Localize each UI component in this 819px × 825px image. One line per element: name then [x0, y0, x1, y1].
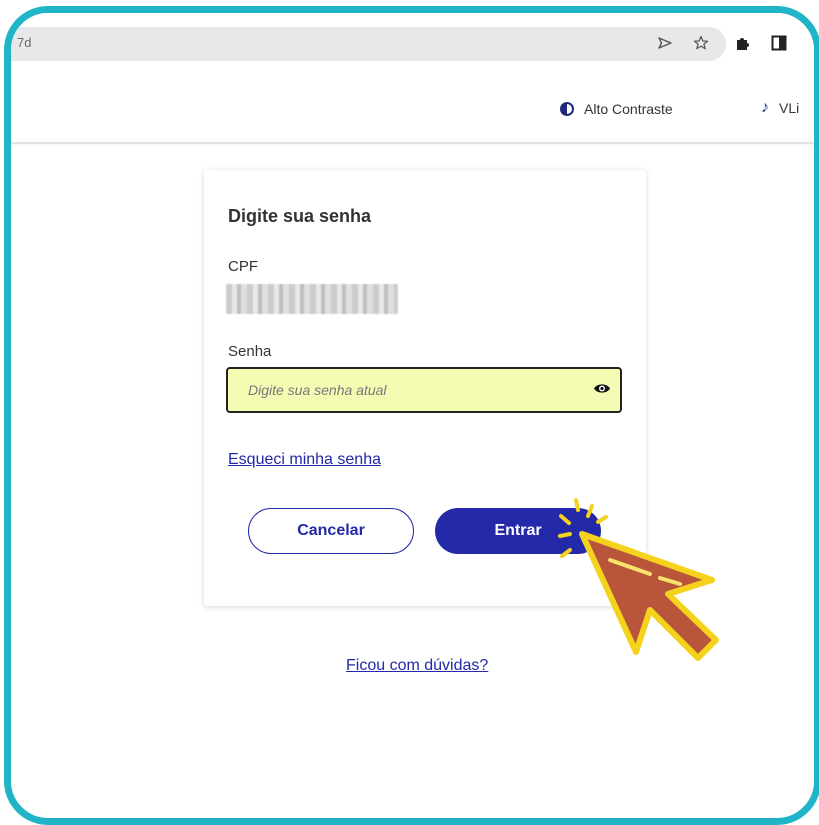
- cpf-value-redacted: [226, 284, 398, 314]
- eye-icon[interactable]: [593, 382, 611, 395]
- page-title: Digite sua senha: [228, 206, 372, 226]
- contrast-icon: [560, 102, 574, 116]
- site-header: Alto Contraste ♪ VLi: [11, 75, 814, 144]
- star-icon[interactable]: [693, 35, 709, 56]
- vlibras-label: VLi: [779, 100, 800, 116]
- vlibras-button[interactable]: ♪ VLi: [761, 99, 799, 117]
- cursor-pointer-illustration: [558, 498, 719, 661]
- cancel-button[interactable]: Cancelar: [248, 508, 414, 554]
- password-input[interactable]: [226, 367, 622, 413]
- forgot-password-link[interactable]: Esqueci minha senha: [228, 451, 381, 469]
- address-bar[interactable]: 7d: [11, 27, 726, 61]
- send-icon[interactable]: [657, 35, 673, 56]
- browser-toolbar: 7d: [11, 13, 814, 75]
- sign-language-icon: ♪: [761, 99, 769, 116]
- help-link[interactable]: Ficou com dúvidas?: [346, 657, 488, 675]
- password-label: Senha: [228, 343, 272, 360]
- high-contrast-toggle[interactable]: Alto Contraste: [560, 101, 673, 117]
- screenshot-frame: 7d Alto Contraste ♪ VLi Digite sua senha…: [4, 6, 819, 825]
- pointer-arrow-icon: [579, 531, 719, 661]
- sidepanel-icon[interactable]: [771, 35, 787, 56]
- cpf-label: CPF: [228, 258, 258, 275]
- address-text: 7d: [17, 35, 32, 50]
- puzzle-icon[interactable]: [734, 35, 751, 57]
- high-contrast-label: Alto Contraste: [584, 101, 673, 117]
